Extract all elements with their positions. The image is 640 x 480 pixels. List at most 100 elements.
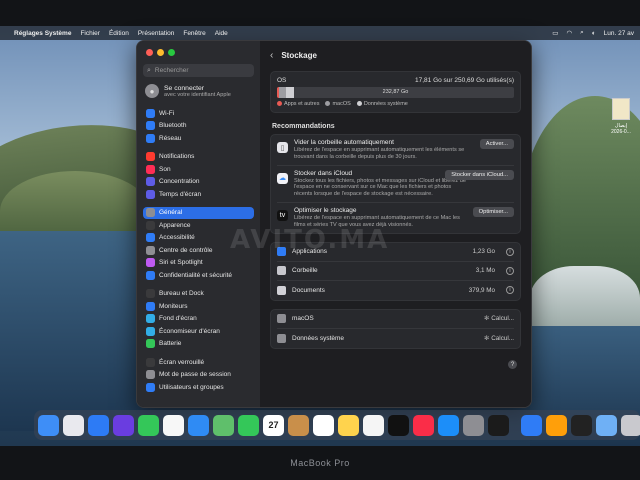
recommendation-desc: Stockez tous les fichiers, photos et mes… — [294, 177, 466, 198]
sidebar-item-label: Mot de passe de session — [159, 371, 231, 379]
sidebar-item-users[interactable]: Utilisateurs et groupes — [143, 381, 254, 394]
activate-button[interactable]: Activer... — [479, 139, 514, 149]
category-label: Corbeille — [292, 267, 318, 275]
siri-app-icon[interactable] — [113, 414, 134, 436]
sidebar-group: Écran verrouillé Mot de passe de session U… — [143, 356, 254, 394]
sidebar-item-screensaver[interactable]: Économiseur d'écran — [143, 325, 254, 338]
sidebar-item-moon[interactable]: Concentration — [143, 176, 254, 189]
freeform-icon[interactable] — [363, 414, 384, 436]
sidebar-item-hourglass[interactable]: Temps d'écran — [143, 188, 254, 201]
downloads-icon[interactable] — [596, 414, 617, 436]
launchpad-icon[interactable] — [63, 414, 84, 436]
usage-legend: Apps et autres macOS Données système — [277, 101, 514, 107]
legend-item: Apps et autres — [277, 101, 319, 107]
menu-edit[interactable]: Édition — [109, 30, 129, 37]
info-icon[interactable]: i — [506, 247, 514, 256]
optimize-button[interactable]: Optimiser... — [472, 206, 514, 217]
messages-icon[interactable] — [138, 414, 159, 436]
category-row-documents[interactable]: Documents 379,9 Mo i — [277, 281, 514, 300]
finder-icon[interactable] — [38, 414, 59, 436]
close-window-button[interactable] — [146, 49, 153, 56]
books-icon[interactable] — [546, 414, 567, 436]
macos-icon — [277, 314, 286, 324]
sidebar-item-siri[interactable]: Siri et Spotlight — [143, 257, 254, 270]
contacts-icon[interactable] — [288, 414, 309, 436]
store-in-icloud-button[interactable]: Stocker dans iCloud... — [445, 169, 514, 180]
calendar-icon[interactable]: 27 — [263, 414, 284, 436]
system-label: macOS — [292, 315, 314, 323]
sidebar-item-speaker[interactable]: Son — [143, 163, 254, 176]
appstore-icon[interactable] — [438, 414, 459, 436]
menu-app-name[interactable]: Réglages Système — [14, 30, 71, 37]
info-icon[interactable]: i — [506, 286, 514, 295]
notes-icon[interactable] — [338, 414, 359, 436]
sidebar-item-globe[interactable]: Réseau — [143, 132, 254, 145]
reminders-icon[interactable] — [313, 414, 334, 436]
safari-icon[interactable] — [88, 414, 109, 436]
speaker-icon — [146, 164, 155, 174]
minimize-window-button[interactable] — [157, 49, 164, 56]
dock-trash-icon[interactable] — [621, 414, 640, 436]
piano-icon[interactable] — [571, 414, 592, 436]
sidebar-item-accessibility[interactable]: Accessibilité — [143, 232, 254, 245]
info-icon[interactable]: i — [506, 266, 514, 275]
back-button[interactable]: ‹ — [270, 50, 273, 61]
category-value: 379,9 Mo — [468, 286, 495, 294]
sidebar-item-display[interactable]: Moniteurs — [143, 300, 254, 313]
appletv-app-icon[interactable] — [388, 414, 409, 436]
sidebar-search-input[interactable]: ⌕ Rechercher — [143, 64, 254, 77]
spotlight-menubar-icon[interactable]: ⌕ — [580, 29, 584, 37]
bluetooth-file-icon[interactable] — [521, 414, 542, 436]
mail-icon[interactable] — [188, 414, 209, 436]
sidebar-item-label: Son — [159, 165, 171, 173]
usage-segment-system — [286, 87, 294, 98]
recommendation-title: Stocker dans iCloud — [294, 169, 353, 177]
control-center-menubar-icon[interactable]: ▭ — [552, 29, 558, 37]
settings-sidebar: ⌕ Rechercher ● Se connecter avec votre i… — [137, 41, 260, 407]
system-row-system-data: Données système ✻ Calcul... — [277, 329, 514, 348]
facetime-icon[interactable] — [238, 414, 259, 436]
zoom-window-button[interactable] — [168, 49, 175, 56]
sidebar-item-hand[interactable]: Confidentialité et sécurité — [143, 269, 254, 282]
menu-view[interactable]: Présentation — [138, 30, 175, 37]
system-settings-icon[interactable] — [463, 414, 484, 436]
sidebar-item-appearance[interactable]: Apparence — [143, 219, 254, 232]
disk-usage-panel: OS 17,81 Go sur 250,69 Go utilisés(s) 23… — [270, 71, 521, 113]
sidebar-item-label: Général — [159, 209, 183, 217]
recommendations-panel: ▯ Vider la corbeille automatiquement Lib… — [270, 134, 521, 234]
sidebar-item-wifi[interactable]: Wi-Fi — [143, 107, 254, 120]
wifi-menubar-icon[interactable]: ◠ — [566, 29, 572, 37]
category-row-trash[interactable]: Corbeille 3,1 Mo i — [277, 262, 514, 281]
menu-file[interactable]: Fichier — [80, 30, 100, 37]
menu-help[interactable]: Aide — [215, 30, 228, 37]
photos-icon[interactable] — [163, 414, 184, 436]
sidebar-item-bell[interactable]: Notifications — [143, 151, 254, 164]
help-button[interactable]: ? — [508, 360, 517, 369]
sidebar-item-lock[interactable]: Mot de passe de session — [143, 369, 254, 382]
desktop-file[interactable]: إيصال 2026-0... — [606, 98, 636, 148]
menubar-datetime[interactable]: Lun. 27 av — [604, 30, 634, 37]
icloud-icon: ☁ — [277, 172, 288, 184]
appearance-icon — [146, 220, 155, 230]
sidebar-item-dock[interactable]: Bureau et Dock — [143, 288, 254, 301]
window-controls — [146, 49, 254, 56]
bell-icon — [146, 152, 155, 162]
disk-usage-bar[interactable]: 232,87 Go — [277, 87, 514, 98]
sidebar-item-battery[interactable]: Batterie — [143, 338, 254, 351]
apple-id-signin[interactable]: ● Se connecter avec votre identifiant Ap… — [143, 83, 254, 99]
sidebar-item-lock-screen[interactable]: Écran verrouillé — [143, 356, 254, 369]
globe-icon — [146, 133, 155, 143]
category-row-applications[interactable]: Applications 1,23 Go i — [277, 243, 514, 262]
music-icon[interactable] — [413, 414, 434, 436]
menu-window[interactable]: Fenêtre — [183, 30, 205, 37]
activity-monitor-icon[interactable] — [488, 414, 509, 436]
sidebar-item-bluetooth[interactable]: Bluetooth — [143, 120, 254, 133]
maps-icon[interactable] — [213, 414, 234, 436]
sidebar-item-label: Centre de contrôle — [159, 246, 213, 254]
sidebar-item-gear[interactable]: Général — [143, 206, 254, 219]
file-thumbnail — [612, 98, 630, 120]
sidebar-item-label: Écran verrouillé — [159, 358, 205, 366]
control-toggle-menubar-icon[interactable]: ◐ — [592, 30, 596, 37]
sidebar-item-wallpaper[interactable]: Fond d'écran — [143, 313, 254, 326]
sidebar-item-control-center[interactable]: Centre de contrôle — [143, 244, 254, 257]
